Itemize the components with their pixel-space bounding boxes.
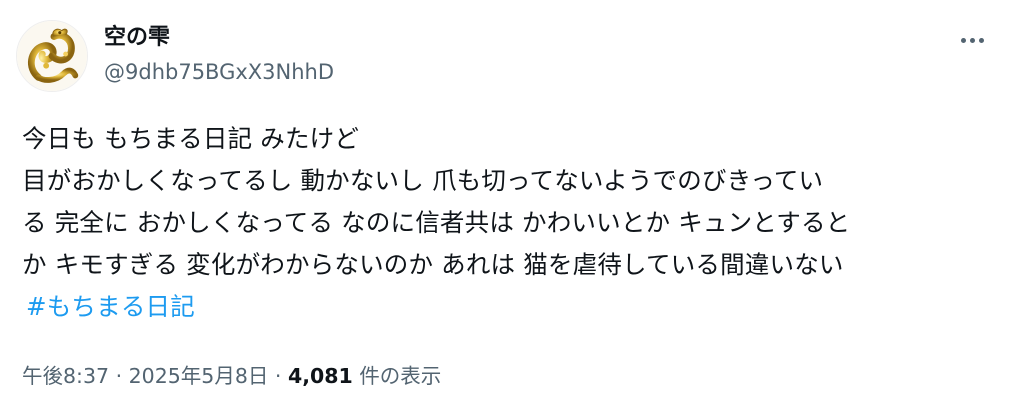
- gold-dragon-avatar-icon: [17, 21, 87, 91]
- avatar[interactable]: [16, 20, 88, 92]
- display-name[interactable]: 空の雫: [104, 24, 334, 52]
- user-handle[interactable]: @9dhb75BGxX3NhhD: [104, 57, 334, 87]
- post-meta: 午後8:37 · 2025年5月8日 · 4,081 件の表示: [22, 362, 441, 390]
- post-text: 今日も もちまる日記 みたけど 目がおかしくなってるし 動かないし 爪も切ってな…: [22, 118, 1002, 328]
- views-count: 4,081: [287, 364, 353, 388]
- more-horizontal-icon-dot: [978, 37, 984, 43]
- post-time[interactable]: 午後8:37: [22, 364, 109, 388]
- views-label: 件の表示: [352, 364, 442, 388]
- meta-separator: ·: [109, 364, 129, 388]
- post-line: る 完全に おかしくなってる なのに信者共は かわいいとか キュンとすると: [22, 208, 851, 237]
- post-line: 目がおかしくなってるし 動かないし 爪も切ってないようでのびきってい: [22, 166, 824, 195]
- more-horizontal-icon: [960, 37, 966, 43]
- tweet: 空の雫 @9dhb75BGxX3NhhD 今日も もちまる日記 みたけど 目がお…: [0, 0, 1024, 410]
- post-date[interactable]: 2025年5月8日: [129, 364, 269, 388]
- more-options-button[interactable]: [954, 28, 990, 52]
- post-line: 今日も もちまる日記 みたけど: [22, 124, 360, 153]
- meta-separator: ·: [268, 364, 288, 388]
- post-hashtag-line: #もちまる日記: [22, 286, 1002, 328]
- more-horizontal-icon-dot: [969, 37, 975, 43]
- post-line: か キモすぎる 変化がわからないのか あれは 猫を虐待している間違いない: [22, 250, 844, 279]
- hashtag-link[interactable]: #もちまる日記: [26, 286, 195, 328]
- user-info: 空の雫 @9dhb75BGxX3NhhD: [104, 24, 334, 87]
